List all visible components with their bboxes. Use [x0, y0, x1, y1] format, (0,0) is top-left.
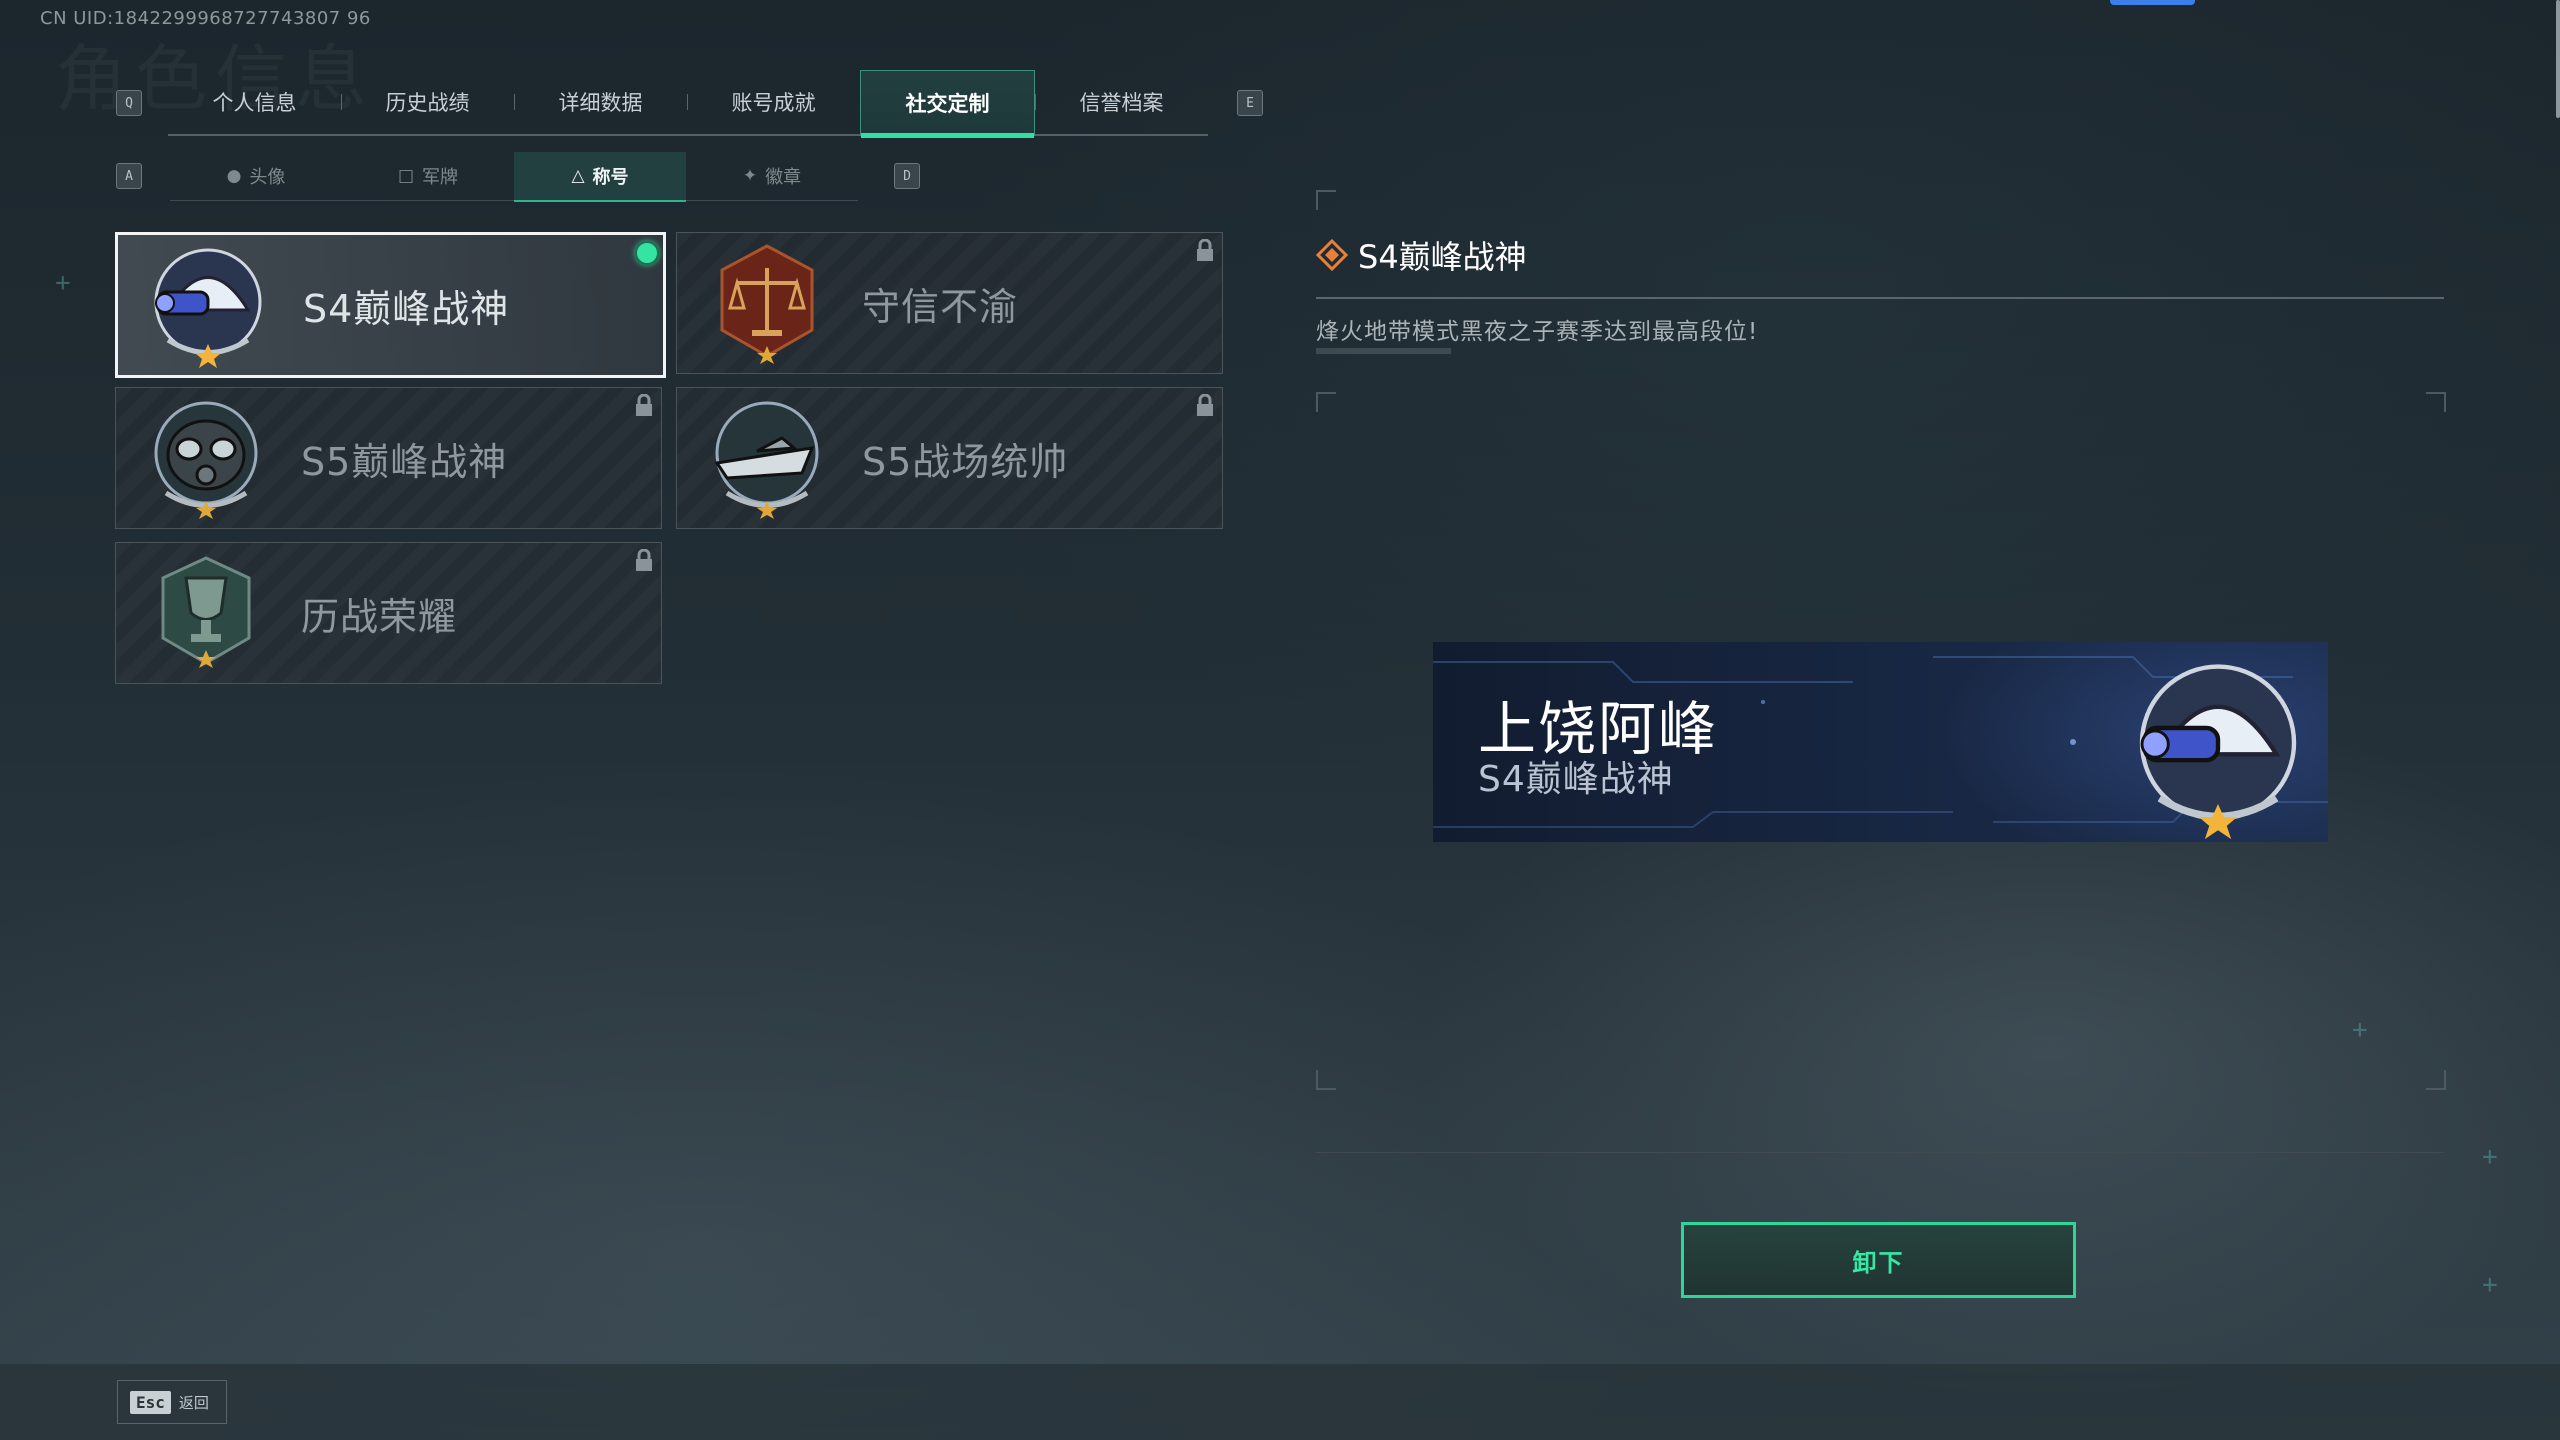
- tab-match-history[interactable]: 历史战绩: [341, 70, 514, 134]
- tab-achievements[interactable]: 账号成就: [687, 70, 860, 134]
- trophy-badge-icon: [161, 556, 251, 668]
- title-card-s4-peak[interactable]: S4巅峰战神: [115, 232, 666, 378]
- subtab-dogtag-label: 军牌: [422, 167, 459, 188]
- helmet-nightvision-badge-icon: [154, 248, 262, 368]
- frame-corner: [2426, 392, 2446, 412]
- frame-corner: [1316, 190, 1336, 210]
- next-subtab-key[interactable]: D: [894, 163, 920, 189]
- lock-icon: [636, 549, 652, 571]
- subtab-emblem[interactable]: ✦ 徽章: [686, 152, 858, 201]
- frame-corner: [1316, 392, 1336, 412]
- divider: [1316, 297, 2444, 299]
- frame-corner: [1316, 1070, 1336, 1090]
- gasmask-badge-icon: [154, 401, 258, 519]
- decor-plus: +: [2482, 1270, 2498, 1300]
- person-icon: ●: [226, 166, 242, 186]
- speedboat-badge-icon: [714, 401, 819, 519]
- subtab-title[interactable]: △ 称号: [514, 152, 686, 202]
- lock-icon: [1197, 394, 1213, 416]
- lock-icon: [636, 394, 652, 416]
- player-title: S4巅峰战神: [1478, 759, 1674, 800]
- title-card-name: 守信不渝: [862, 284, 1019, 329]
- subtab-emblem-label: 徽章: [765, 167, 802, 188]
- detail-description: 烽火地带模式黑夜之子赛季达到最高段位!: [1316, 319, 1759, 345]
- helmet-nightvision-badge-icon: [2139, 664, 2297, 840]
- title-icon: △: [571, 166, 585, 186]
- bottom-bar: [0, 1364, 2560, 1440]
- sub-tabs: ● 头像 □ 军牌 △ 称号 ✦ 徽章: [170, 152, 865, 202]
- detail-subtext: [1316, 348, 1451, 354]
- tab-reputation[interactable]: 信誉档案: [1035, 70, 1208, 134]
- subtab-dogtag[interactable]: □ 军牌: [342, 152, 514, 201]
- title-card-name: S5战场统帅: [862, 439, 1069, 484]
- detail-header: S4巅峰战神: [1316, 232, 1527, 278]
- title-diamond-icon: [1316, 239, 1348, 271]
- top-indicator: [2110, 0, 2195, 5]
- lock-icon: [1197, 239, 1213, 261]
- equipped-indicator: [635, 241, 659, 265]
- unequip-button[interactable]: 卸下: [1681, 1222, 2076, 1298]
- title-card-name: 历战荣耀: [301, 594, 458, 639]
- tab-personal-info[interactable]: 个人信息: [168, 70, 341, 134]
- back-label: 返回: [178, 1393, 209, 1412]
- main-tabs: 个人信息 历史战绩 详细数据 账号成就 社交定制 信誉档案: [168, 70, 1208, 138]
- prev-tab-key[interactable]: Q: [116, 90, 142, 116]
- divider: [1316, 1152, 2444, 1153]
- title-card-name: S5巅峰战神: [301, 439, 508, 484]
- subtab-title-label: 称号: [592, 167, 629, 188]
- title-card-name: S4巅峰战神: [303, 286, 510, 331]
- decor-plus: +: [2482, 1142, 2498, 1172]
- tab-social-customization[interactable]: 社交定制: [860, 70, 1035, 138]
- player-uid: CN UID:1842299968727743807 96: [40, 8, 371, 29]
- nameplate-preview: 上饶阿峰 S4巅峰战神: [1433, 642, 2328, 842]
- title-card-battle-glory[interactable]: 历战荣耀: [115, 542, 662, 684]
- esc-key: Esc: [130, 1390, 171, 1414]
- subtab-avatar[interactable]: ● 头像: [170, 152, 342, 201]
- next-tab-key[interactable]: E: [1237, 90, 1263, 116]
- subtab-avatar-label: 头像: [249, 167, 286, 188]
- back-button[interactable]: Esc 返回: [117, 1380, 227, 1424]
- prev-subtab-key[interactable]: A: [116, 163, 142, 189]
- tab-detailed-data[interactable]: 详细数据: [514, 70, 687, 134]
- title-card-keep-faith[interactable]: 守信不渝: [676, 232, 1223, 374]
- scales-badge-icon: [720, 244, 814, 364]
- detail-title: S4巅峰战神: [1358, 238, 1527, 276]
- title-card-s5-commander[interactable]: S5战场统帅: [676, 387, 1223, 529]
- decor-plus: +: [55, 268, 71, 298]
- title-card-s5-peak[interactable]: S5巅峰战神: [115, 387, 662, 529]
- dogtag-icon: □: [397, 166, 415, 186]
- frame-corner: [2426, 1070, 2446, 1090]
- emblem-icon: ✦: [742, 166, 758, 186]
- decor-plus: +: [2352, 1015, 2368, 1045]
- scrollbar[interactable]: [2556, 0, 2560, 118]
